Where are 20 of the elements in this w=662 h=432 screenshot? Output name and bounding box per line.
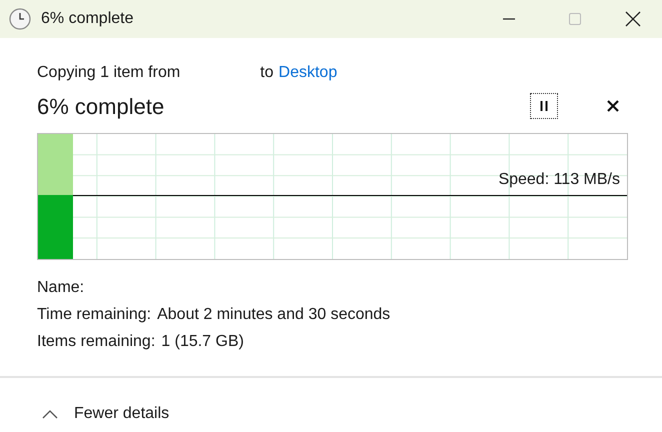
- pause-icon: [539, 100, 549, 112]
- to-text: to: [260, 63, 274, 83]
- chevron-icon: [42, 409, 58, 419]
- clock-icon: [9, 8, 31, 30]
- close-icon: [624, 10, 642, 28]
- cancel-icon: [607, 100, 619, 112]
- detail-label: Name:: [37, 278, 84, 298]
- pause-button[interactable]: [530, 93, 558, 119]
- minimize-icon: [503, 18, 515, 20]
- window-title: 6% complete: [41, 9, 134, 29]
- progress-heading: 6% complete: [37, 92, 164, 121]
- speed-text: Speed: 113 MB/s: [498, 170, 620, 190]
- detail-value: 1 (15.7 GB): [161, 332, 244, 352]
- detail-label: Time remaining:: [37, 304, 152, 324]
- copying-text: Copying 1 item from: [37, 63, 180, 83]
- detail-value: About 2 minutes and 30 seconds: [157, 304, 390, 324]
- maximize-icon: [567, 11, 583, 27]
- detail-label: Items remaining:: [37, 332, 156, 352]
- destination-link[interactable]: Desktop: [278, 61, 338, 85]
- details-toggle[interactable]: Fewer details: [42, 402, 170, 426]
